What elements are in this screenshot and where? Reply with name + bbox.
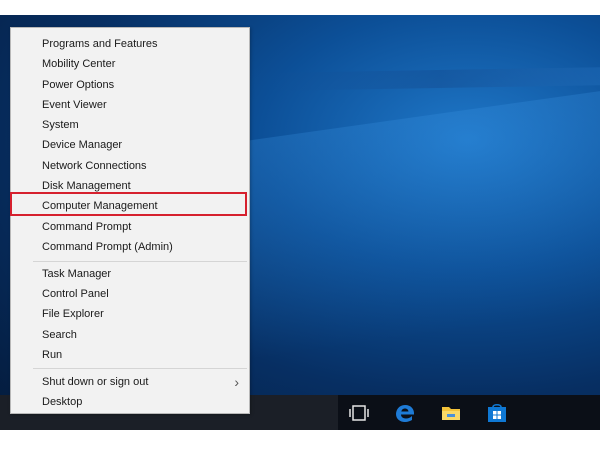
quick-link-menu: Programs and Features Mobility Center Po… <box>10 27 250 414</box>
menu-item-network-connections[interactable]: Network Connections <box>11 156 249 176</box>
chevron-right-icon: › <box>234 374 239 390</box>
menu-item-label: Mobility Center <box>42 58 116 70</box>
menu-item-label: Programs and Features <box>42 38 158 50</box>
menu-item-label: Power Options <box>42 79 115 91</box>
menu-item-label: Device Manager <box>42 139 123 151</box>
menu-item-desktop[interactable]: Desktop <box>11 392 249 412</box>
edge-icon[interactable] <box>390 398 420 428</box>
menu-item-label: Search <box>42 329 77 341</box>
menu-item-label: Event Viewer <box>42 99 107 111</box>
menu-separator <box>33 261 247 262</box>
menu-item-search[interactable]: Search <box>11 325 249 345</box>
menu-item-label: Command Prompt <box>42 221 132 233</box>
menu-item-label: File Explorer <box>42 308 104 320</box>
menu-item-power-options[interactable]: Power Options <box>11 75 249 95</box>
menu-item-run[interactable]: Run <box>11 345 249 365</box>
wallpaper-light-beam <box>249 66 600 92</box>
menu-item-system[interactable]: System <box>11 115 249 135</box>
menu-item-label: Desktop <box>42 396 83 408</box>
menu-item-command-prompt[interactable]: Command Prompt <box>11 217 249 237</box>
menu-item-task-manager[interactable]: Task Manager <box>11 264 249 284</box>
menu-item-mobility-center[interactable]: Mobility Center <box>11 54 249 74</box>
menu-item-label: Command Prompt (Admin) <box>42 241 173 253</box>
menu-item-file-explorer[interactable]: File Explorer <box>11 304 249 324</box>
highlight-box-computer-management <box>10 192 247 216</box>
menu-item-label: Task Manager <box>42 268 112 280</box>
menu-item-label: Control Panel <box>42 288 109 300</box>
menu-item-shut-down-or-sign-out[interactable]: Shut down or sign out › <box>11 372 249 392</box>
menu-separator <box>33 368 247 369</box>
menu-item-label: Network Connections <box>42 160 147 172</box>
menu-item-label: System <box>42 119 79 131</box>
menu-item-command-prompt-admin[interactable]: Command Prompt (Admin) <box>11 237 249 257</box>
menu-item-device-manager[interactable]: Device Manager <box>11 135 249 155</box>
task-view-icon[interactable] <box>344 398 374 428</box>
store-icon[interactable] <box>482 398 512 428</box>
menu-item-control-panel[interactable]: Control Panel <box>11 284 249 304</box>
menu-item-label: Shut down or sign out <box>42 376 149 388</box>
menu-item-programs-and-features[interactable]: Programs and Features <box>11 34 249 54</box>
menu-item-event-viewer[interactable]: Event Viewer <box>11 95 249 115</box>
wallpaper-light-panel <box>240 88 600 362</box>
menu-item-label: Run <box>42 349 63 361</box>
file-explorer-icon[interactable] <box>436 398 466 428</box>
